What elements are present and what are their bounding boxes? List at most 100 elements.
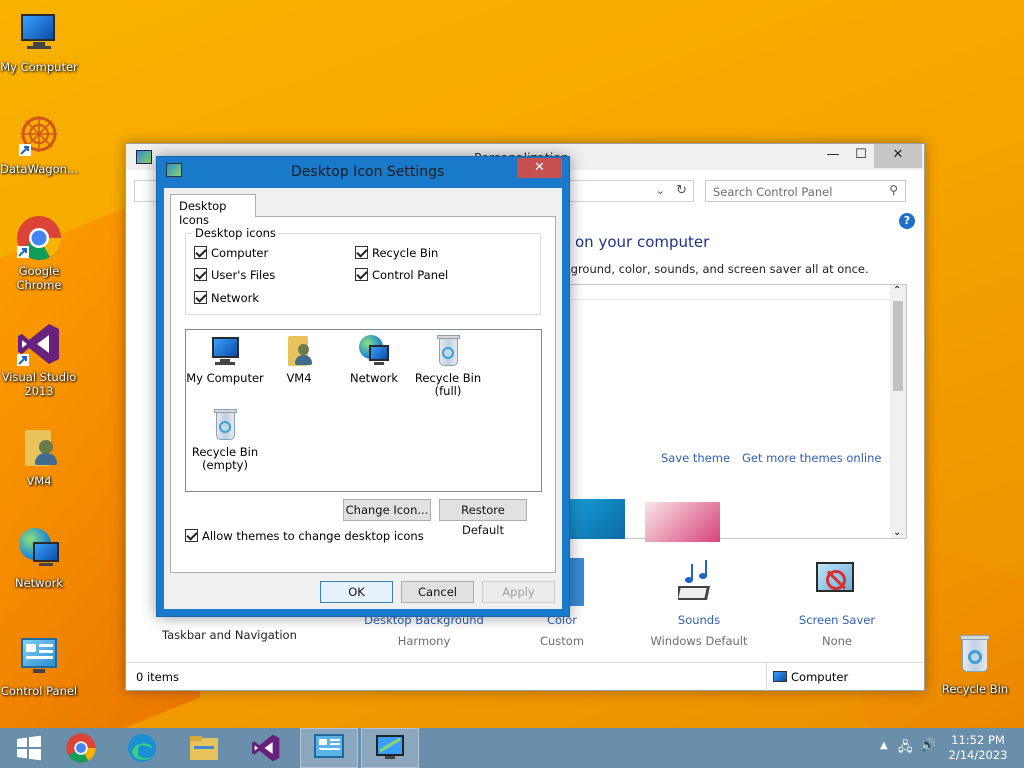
datawagon-icon <box>15 112 63 160</box>
network-icon <box>357 334 391 368</box>
list-item-network[interactable]: Network <box>335 334 413 385</box>
color-swatch <box>568 558 584 606</box>
checkbox-control-panel[interactable]: Control Panel <box>355 268 448 282</box>
volume-icon[interactable]: 🔊 <box>920 738 936 753</box>
vertical-scrollbar[interactable]: ⌃ ⌄ <box>890 285 906 538</box>
group-title: Desktop icons <box>192 226 279 240</box>
chrome-icon <box>66 733 96 763</box>
computer-icon <box>15 10 63 58</box>
tab-desktop-icons[interactable]: Desktop Icons <box>170 194 256 227</box>
recycle-bin-full-icon <box>431 334 465 368</box>
scroll-up-icon[interactable]: ⌃ <box>893 285 901 296</box>
desktop-icon-recycle-bin[interactable]: Recycle Bin <box>933 632 1017 696</box>
theme-thumbnail[interactable] <box>565 499 625 539</box>
taskbar-control-panel[interactable] <box>300 728 358 768</box>
computer-icon <box>208 334 242 368</box>
list-item-vm4[interactable]: VM4 <box>260 334 338 385</box>
window-app-icon <box>136 150 152 164</box>
list-item-my-computer[interactable]: My Computer <box>186 334 264 385</box>
checkbox-checked-icon[interactable] <box>355 246 368 259</box>
dialog-app-icon <box>166 163 182 177</box>
themes-list[interactable]: Save theme Get more themes online ⌃ ⌄ <box>564 284 907 542</box>
computer-icon <box>773 671 787 682</box>
desktop-icon-my-computer[interactable]: My Computer <box>0 10 81 74</box>
checkbox-users-files[interactable]: User's Files <box>194 268 275 282</box>
color-item[interactable]: Color Custom <box>497 613 627 648</box>
status-bar: 0 items Computer <box>126 662 924 691</box>
recycle-bin-icon <box>951 632 999 680</box>
desktop-icon-list[interactable]: My Computer VM4 Network Recycle Bin (ful… <box>185 329 542 492</box>
taskbar-personalization[interactable] <box>361 728 419 768</box>
desktop-icon-visual-studio[interactable]: Visual Studio 2013 <box>0 320 81 398</box>
checkbox-recycle-bin[interactable]: Recycle Bin <box>355 246 438 260</box>
taskbar-chrome[interactable] <box>52 728 110 768</box>
checkbox-checked-icon[interactable] <box>194 268 207 281</box>
maximize-button[interactable]: ☐ <box>846 144 876 168</box>
chrome-icon <box>15 214 63 262</box>
refresh-icon[interactable]: ↻ <box>676 183 687 198</box>
help-icon[interactable]: ? <box>899 213 915 229</box>
checkbox-computer[interactable]: Computer <box>194 246 268 260</box>
desktop: My Computer DataWagon... Google Chrome V… <box>0 0 1024 728</box>
sounds-icon <box>675 558 722 604</box>
ok-button[interactable]: OK <box>320 581 393 603</box>
desktop-icons-group: Desktop icons Computer Recycle Bin User'… <box>185 226 541 315</box>
theme-thumbnail[interactable] <box>645 502 720 542</box>
checkbox-checked-icon[interactable] <box>194 246 207 259</box>
personalization-icon <box>376 735 404 759</box>
list-item-recycle-bin-full[interactable]: Recycle Bin (full) <box>409 334 487 398</box>
windows-logo-icon <box>17 735 41 761</box>
taskbar-edge[interactable] <box>113 728 171 768</box>
control-panel-icon <box>15 634 63 682</box>
desktop-icon-network[interactable]: Network <box>0 526 81 590</box>
screen-saver-item[interactable]: Screen Saver None <box>772 613 902 648</box>
restore-default-button[interactable]: Restore Default <box>439 499 527 537</box>
edge-icon <box>128 734 156 762</box>
tab-panel: Desktop icons Computer Recycle Bin User'… <box>170 216 556 573</box>
desktop-icon-datawagon[interactable]: DataWagon... <box>0 112 81 176</box>
chevron-down-icon[interactable]: ⌄ <box>656 184 665 197</box>
desktop-icon-google-chrome[interactable]: Google Chrome <box>0 214 81 292</box>
desktop-icon-control-panel[interactable]: Control Panel <box>0 634 81 698</box>
taskbar: ▲ 🖧 🔊 11:52 PM 2/14/2023 <box>0 728 1024 768</box>
desktop-icon-vm4[interactable]: VM4 <box>0 424 81 488</box>
checkbox-network[interactable]: Network <box>194 291 259 305</box>
taskbar-visual-studio[interactable] <box>237 728 295 768</box>
checkbox-checked-icon[interactable] <box>194 291 207 304</box>
apply-button[interactable]: Apply <box>482 581 555 603</box>
user-folder-icon <box>15 424 63 472</box>
scroll-down-icon[interactable]: ⌄ <box>893 527 901 538</box>
close-button[interactable]: ✕ <box>874 144 922 168</box>
visual-studio-icon <box>252 734 280 762</box>
taskbar-file-explorer[interactable] <box>175 728 233 768</box>
get-more-themes-link[interactable]: Get more themes online <box>742 451 881 465</box>
user-folder-icon <box>282 334 316 368</box>
recycle-bin-empty-icon <box>208 408 242 442</box>
dialog-close-button[interactable]: ✕ <box>517 158 562 178</box>
desktop-icon-settings-dialog: Desktop Icon Settings ✕ Desktop Icons De… <box>156 156 570 617</box>
scrollbar-thumb[interactable] <box>893 301 903 391</box>
desktop-background-item[interactable]: Desktop Background Harmony <box>359 613 489 648</box>
sounds-item[interactable]: Sounds Windows Default <box>634 613 764 648</box>
clock[interactable]: 11:52 PM 2/14/2023 <box>948 733 1008 763</box>
show-hidden-icons-icon[interactable]: ▲ <box>880 740 888 751</box>
search-input[interactable]: Search Control Panel ⚲ <box>705 180 906 202</box>
taskbar-navigation-link[interactable]: Taskbar and Navigation <box>162 628 297 642</box>
minimize-button[interactable]: — <box>818 144 848 168</box>
checkbox-checked-icon[interactable] <box>355 268 368 281</box>
list-item-recycle-bin-empty[interactable]: Recycle Bin (empty) <box>186 408 264 472</box>
control-panel-icon <box>314 734 344 758</box>
network-status-icon[interactable]: 🖧 <box>898 738 913 760</box>
start-button[interactable] <box>0 728 58 768</box>
network-icon <box>15 526 63 574</box>
checkbox-allow-themes[interactable]: Allow themes to change desktop icons <box>185 529 424 543</box>
folder-icon <box>190 736 218 760</box>
screen-saver-icon <box>814 558 858 604</box>
dialog-body: Desktop Icons Desktop icons Computer Rec… <box>164 188 562 609</box>
checkbox-checked-icon[interactable] <box>185 529 198 542</box>
save-theme-link[interactable]: Save theme <box>661 451 730 465</box>
page-subheading: kground, color, sounds, and screen saver… <box>564 262 869 276</box>
status-zone: Computer <box>766 663 854 691</box>
change-icon-button[interactable]: Change Icon... <box>343 499 431 521</box>
cancel-button[interactable]: Cancel <box>401 581 474 603</box>
